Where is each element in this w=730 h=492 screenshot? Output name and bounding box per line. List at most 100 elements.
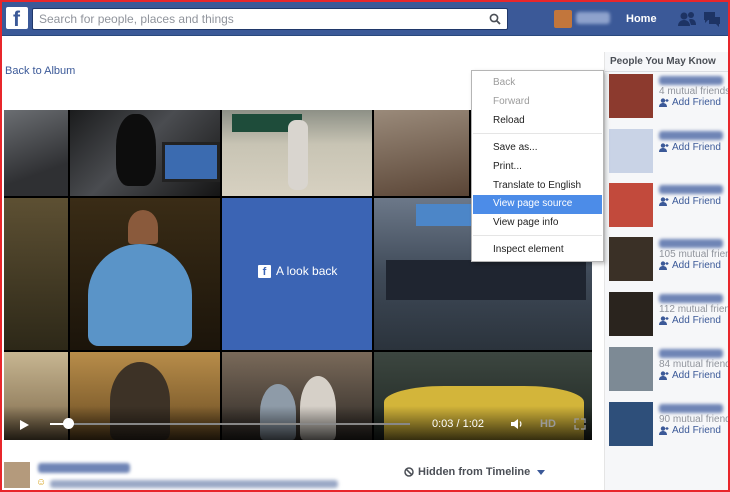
pymk-avatar[interactable]	[609, 402, 653, 446]
pymk-name-blurred[interactable]	[659, 76, 723, 85]
add-friend-icon	[659, 143, 669, 152]
collage-tile	[162, 142, 220, 182]
add-friend-icon	[659, 261, 669, 270]
menu-item[interactable]: Print...	[473, 158, 602, 177]
add-friend-icon	[659, 371, 669, 380]
add-friend-icon	[659, 197, 669, 206]
menu-item: Forward	[493, 96, 530, 107]
pymk-name-blurred[interactable]	[659, 404, 723, 413]
add-friend-label: Add Friend	[672, 142, 721, 153]
top-bar: f Home	[2, 2, 728, 36]
collage-tile	[116, 114, 156, 186]
collage-person	[128, 210, 158, 244]
pymk-title: People You May Know	[610, 56, 716, 67]
pymk-avatar[interactable]	[609, 74, 653, 118]
add-friend-label: Add Friend	[672, 196, 721, 207]
look-back-tile: f A look back	[222, 198, 372, 350]
pymk-avatar[interactable]	[609, 183, 653, 227]
pymk-mutual-friends[interactable]: 90 mutual friends	[659, 414, 730, 425]
pymk-name-blurred[interactable]	[659, 294, 723, 303]
pymk-avatar[interactable]	[609, 237, 653, 281]
pymk-name-blurred[interactable]	[659, 131, 723, 140]
pymk-avatar[interactable]	[609, 292, 653, 336]
add-friend-icon	[659, 98, 669, 107]
pymk-avatar[interactable]	[609, 129, 653, 173]
hidden-from-timeline-label: Hidden from Timeline	[418, 466, 531, 478]
menu-item[interactable]: Save as...	[473, 139, 602, 158]
pymk-person: 112 mutual friendsAdd Friend	[609, 292, 730, 340]
add-friend-button[interactable]: Add Friend	[659, 97, 721, 108]
add-friend-icon	[659, 316, 669, 325]
add-friend-button[interactable]: Add Friend	[659, 142, 721, 153]
menu-item[interactable]: View page source	[473, 195, 602, 214]
menu-item: Back	[493, 77, 516, 88]
add-friend-button[interactable]: Add Friend	[659, 315, 721, 326]
pymk-name-blurred[interactable]	[659, 239, 723, 248]
seek-bar[interactable]	[50, 423, 410, 425]
poster-name-blurred[interactable]	[38, 463, 130, 473]
chevron-down-icon	[537, 469, 546, 475]
pymk-person: 84 mutual friends Add Friend	[609, 347, 730, 395]
messages-icon[interactable]	[703, 11, 721, 27]
pymk-avatar[interactable]	[609, 347, 653, 391]
collage-person	[88, 244, 192, 346]
profile-name-blurred[interactable]	[576, 12, 610, 24]
search-icon[interactable]	[489, 13, 501, 25]
menu-item[interactable]: View page info	[473, 214, 602, 233]
look-back-label: A look back	[276, 264, 338, 278]
hidden-from-timeline-button[interactable]: Hidden from Timeline	[404, 466, 546, 478]
play-icon[interactable]	[20, 420, 29, 430]
volume-icon[interactable]	[510, 418, 524, 430]
pymk-mutual-friends[interactable]: 4 mutual friends	[659, 86, 730, 97]
pymk-mutual-friends[interactable]: 105 mutual friends	[659, 249, 730, 260]
add-friend-label: Add Friend	[672, 97, 721, 108]
facebook-icon: f	[258, 264, 271, 278]
menu-item[interactable]: Translate to English	[473, 177, 602, 196]
hidden-icon	[404, 467, 414, 477]
look-back-title: f A look back	[258, 264, 337, 278]
video-controls: 0:03 / 1:02 HD	[4, 406, 592, 440]
pymk-name-blurred[interactable]	[659, 185, 723, 194]
collage-tile	[4, 110, 68, 196]
pymk-person: 105 mutual friendsAdd Friend	[609, 237, 730, 285]
pymk-mutual-friends[interactable]: 84 mutual friends	[659, 359, 730, 370]
menu-separator	[473, 235, 602, 236]
add-friend-button[interactable]: Add Friend	[659, 425, 721, 436]
hd-toggle[interactable]: HD	[540, 418, 556, 430]
divider	[605, 71, 729, 72]
collage-tile	[386, 260, 586, 300]
profile-avatar[interactable]	[554, 10, 572, 28]
search-input[interactable]	[33, 9, 473, 29]
video-time: 0:03 / 1:02	[432, 418, 484, 430]
facebook-logo[interactable]: f	[6, 7, 28, 31]
add-friend-icon	[659, 426, 669, 435]
pymk-mutual-friends[interactable]: 112 mutual friends	[659, 304, 730, 315]
search-box[interactable]	[32, 8, 508, 30]
facebook-logo-letter: f	[13, 8, 20, 31]
pymk-person: Add Friend	[609, 129, 729, 177]
add-friend-button[interactable]: Add Friend	[659, 260, 721, 271]
tagged-people-blurred[interactable]	[50, 480, 338, 488]
smiley-icon: ☺	[36, 477, 47, 488]
home-link[interactable]: Home	[626, 13, 657, 25]
add-friend-label: Add Friend	[672, 370, 721, 381]
add-friend-button[interactable]: Add Friend	[659, 196, 721, 207]
menu-item[interactable]: Reload	[473, 112, 602, 131]
pymk-person: 4 mutual friends Add Friend	[609, 74, 730, 122]
add-friend-label: Add Friend	[672, 425, 721, 436]
context-menu: Back Forward Reload Save as... Print... Trans…	[471, 70, 604, 262]
fullscreen-icon[interactable]	[574, 418, 586, 430]
friend-requests-icon[interactable]	[677, 11, 697, 27]
add-friend-label: Add Friend	[672, 315, 721, 326]
collage-tile	[4, 198, 68, 350]
menu-item[interactable]: Inspect element	[473, 241, 602, 260]
pymk-name-blurred[interactable]	[659, 349, 723, 358]
seek-handle[interactable]	[63, 418, 74, 429]
back-to-album-link[interactable]: Back to Album	[5, 65, 75, 77]
people-you-may-know-panel: People You May Know 4 mutual friends Add …	[604, 52, 730, 492]
menu-separator	[473, 133, 602, 134]
pymk-person: 90 mutual friends Add Friend	[609, 402, 730, 450]
collage-tile	[374, 110, 469, 196]
poster-avatar[interactable]	[4, 462, 30, 488]
add-friend-button[interactable]: Add Friend	[659, 370, 721, 381]
